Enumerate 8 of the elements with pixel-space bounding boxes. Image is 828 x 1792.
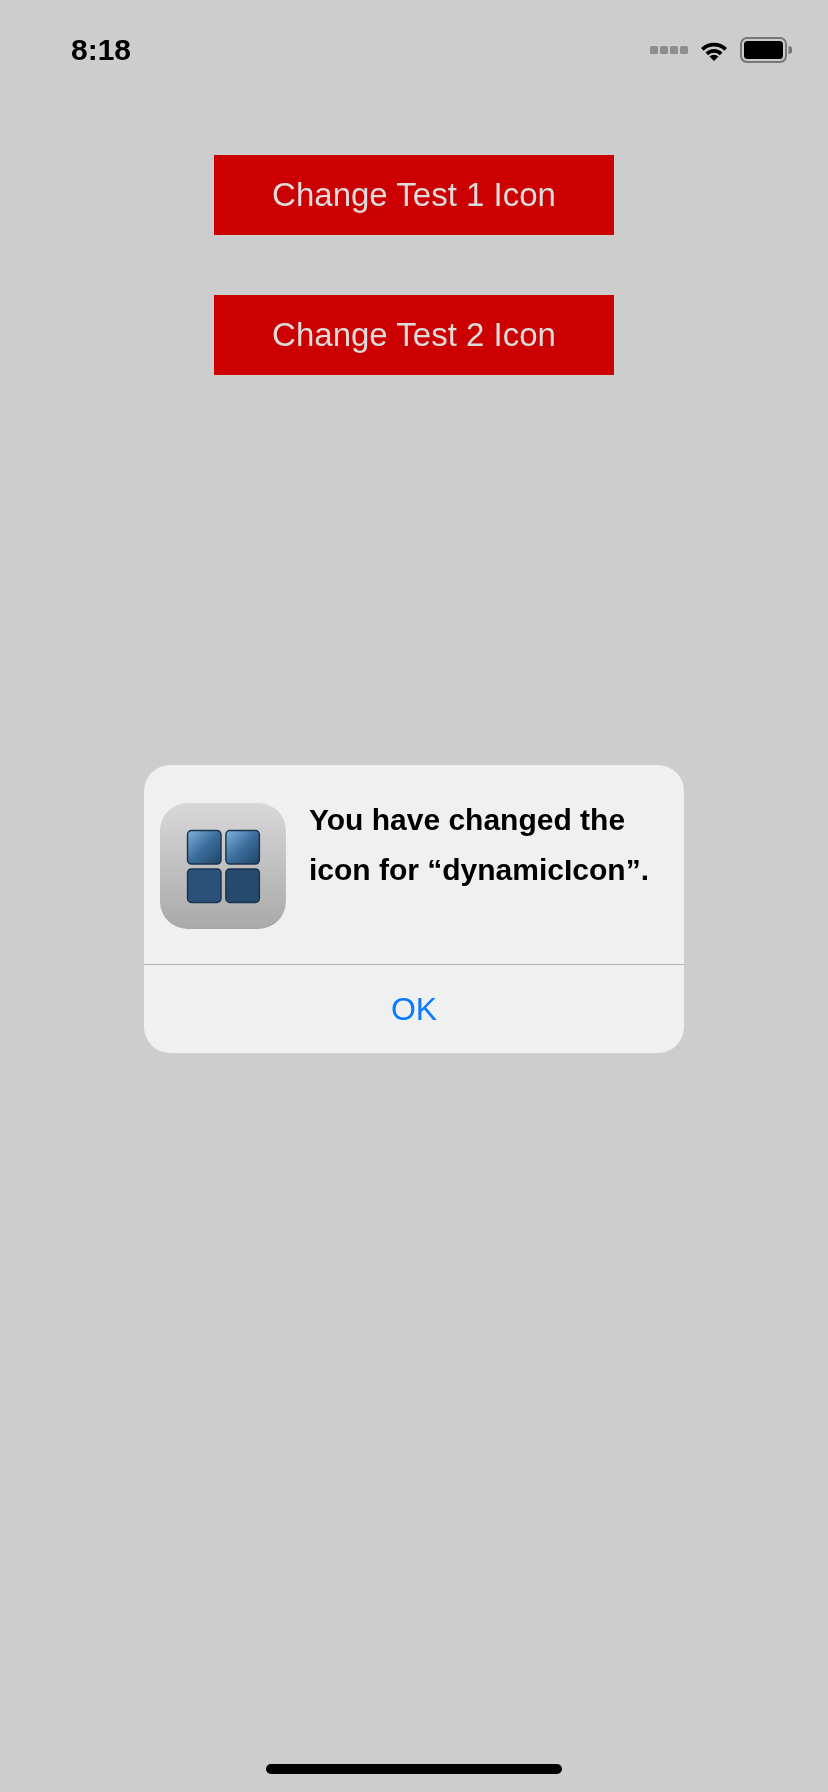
ok-button[interactable]: OK [144,965,684,1053]
change-icon-button[interactable]: Change Test 2 Icon [214,295,614,375]
change-icon-button[interactable]: Change Test 1 Icon [214,155,614,235]
status-time: 8:18 [71,33,132,67]
alert-message: You have changed the icon for “dynamicIcon”. [308,802,650,888]
battery-icon [740,37,792,63]
app-icon [160,802,286,930]
signal-icon [650,45,688,55]
